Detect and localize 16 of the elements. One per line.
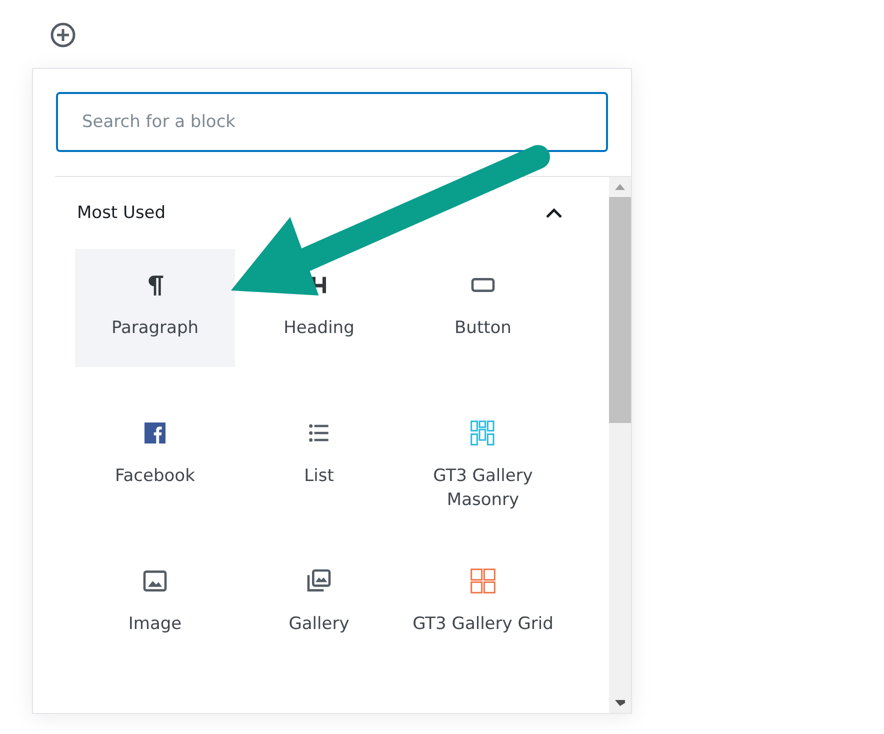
scrollbar-thumb[interactable] (609, 197, 631, 423)
block-item[interactable]: GT3 Gallery Grid (403, 545, 563, 693)
section-title: Most Used (77, 203, 166, 223)
block-item[interactable]: Image (75, 545, 235, 693)
block-item[interactable]: Button (403, 249, 563, 397)
add-block-icon[interactable] (50, 22, 76, 48)
masonry-grid-icon (469, 419, 497, 447)
block-item[interactable]: Gallery (239, 545, 399, 693)
block-item[interactable]: Paragraph (75, 249, 235, 367)
search-field[interactable]: Search for a block (56, 92, 608, 152)
block-item[interactable]: Facebook (75, 397, 235, 545)
block-item[interactable]: GT3 Gallery Masonry (403, 397, 563, 545)
grid-icon (469, 567, 497, 595)
scroll-down-icon[interactable] (615, 699, 625, 707)
scrollbar[interactable] (609, 177, 631, 713)
block-item[interactable]: List (239, 397, 399, 545)
